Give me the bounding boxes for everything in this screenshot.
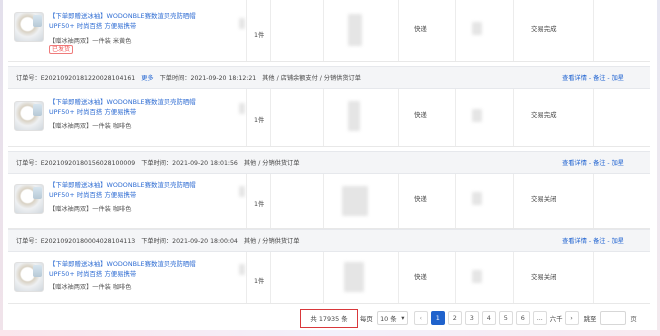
- more-link[interactable]: 更多: [141, 73, 153, 82]
- order-status: 交易完成: [531, 25, 557, 33]
- redacted-amount: [472, 109, 482, 122]
- product-thumbnail[interactable]: [14, 12, 44, 42]
- redacted-buyer: [348, 101, 360, 131]
- shipping-method: 快递: [414, 273, 427, 281]
- next-page-button[interactable]: ›: [564, 311, 579, 325]
- redacted-amount: [472, 270, 482, 283]
- jump-page-input[interactable]: [600, 311, 627, 325]
- per-page-label: 每页: [360, 314, 373, 323]
- redacted-price: [239, 186, 245, 197]
- order-status: 交易关闭: [531, 195, 557, 203]
- redacted-price: [239, 18, 245, 29]
- product-thumbnail[interactable]: [14, 101, 44, 131]
- order-header: 订单号：E20210920180156028100009 下单时间：2021-0…: [8, 151, 650, 174]
- product-spec: 【赠冰袖两双】一件装 咖啡色: [49, 206, 132, 213]
- chevron-down-icon: ▾: [401, 314, 405, 322]
- order-row: 【下单即赠送冰袖】WODONBLE赛数渲贝壳防晒帽 UPF50+ 时尚百搭 方便…: [8, 0, 650, 62]
- product-title-link[interactable]: 【下单即赠送冰袖】WODONBLE赛数渲贝壳防晒帽 UPF50+ 时尚百搭 方便…: [49, 97, 209, 117]
- order-number: 订单号：E20210920180156028100009: [16, 160, 136, 167]
- product-title-link[interactable]: 【下单即赠送冰袖】WODONBLE赛数渲贝壳防晒帽 UPF50+ 时尚百搭 方便…: [49, 259, 209, 279]
- order-number: 订单号：E20210920180004028104113: [16, 238, 136, 245]
- quantity: 1件: [254, 278, 265, 285]
- page-button-3[interactable]: 3: [464, 311, 479, 325]
- redacted-buyer: [342, 186, 368, 216]
- quantity: 1件: [254, 117, 265, 124]
- order-row: 【下单即赠送冰袖】WODONBLE赛数渲贝壳防晒帽 UPF50+ 时尚百搭 方便…: [8, 174, 650, 229]
- order-time: 下单时间：2021-09-20 18:12:21: [159, 75, 257, 82]
- redacted-buyer: [344, 262, 364, 292]
- order-time: 下单时间：2021-09-20 18:00:04: [141, 238, 238, 245]
- product-spec: 【赠冰袖两双】一件装 米黄色: [49, 38, 132, 45]
- frame-edge: [0, 0, 3, 336]
- order-time: 下单时间：2021-09-20 18:01:56: [141, 160, 238, 167]
- total-count: 共 17935 条: [300, 308, 358, 328]
- page-ellipsis[interactable]: ...: [532, 311, 547, 325]
- shipping-method: 快递: [414, 195, 427, 203]
- order-row: 【下单即赠送冰袖】WODONBLE赛数渲贝壳防晒帽 UPF50+ 时尚百搭 方便…: [8, 89, 650, 147]
- product-thumbnail[interactable]: [14, 184, 44, 214]
- product-thumbnail[interactable]: [14, 262, 44, 292]
- redacted-price: [239, 264, 245, 275]
- order-list-panel: 【下单即赠送冰袖】WODONBLE赛数渲贝壳防晒帽 UPF50+ 时尚百搭 方便…: [0, 0, 660, 336]
- order-row: 【下单即赠送冰袖】WODONBLE赛数渲贝壳防晒帽 UPF50+ 时尚百搭 方便…: [8, 252, 650, 304]
- order-actions[interactable]: 查看详情 - 备注 - 加星: [562, 73, 624, 82]
- page-button-5[interactable]: 5: [498, 311, 513, 325]
- page-size-value: 10 条: [380, 314, 397, 323]
- order-status: 交易完成: [531, 111, 557, 119]
- order-source: 其他 / 店铺余额支付 / 分销供货订单: [262, 75, 361, 82]
- shipping-method: 快递: [414, 25, 427, 33]
- page-button-4[interactable]: 4: [481, 311, 496, 325]
- quantity: 1件: [254, 32, 265, 39]
- product-title-link[interactable]: 【下单即赠送冰袖】WODONBLE赛数渲贝壳防晒帽 UPF50+ 时尚百搭 方便…: [49, 180, 209, 200]
- quantity: 1件: [254, 201, 265, 208]
- order-actions[interactable]: 查看详情 - 备注 - 加星: [562, 236, 624, 245]
- shipped-tag: 已发货: [49, 45, 74, 54]
- product-title-link[interactable]: 【下单即赠送冰袖】WODONBLE赛数渲贝壳防晒帽 UPF50+ 时尚百搭 方便…: [49, 11, 209, 31]
- last-page-fragment[interactable]: 六千: [550, 314, 563, 323]
- page-button-6[interactable]: 6: [515, 311, 530, 325]
- order-source: 其他 / 分销供货订单: [243, 238, 300, 245]
- page-button-2[interactable]: 2: [447, 311, 462, 325]
- prev-page-button[interactable]: ‹: [413, 311, 428, 325]
- product-spec: 【赠冰袖两双】一件装 咖啡色: [49, 123, 132, 130]
- order-source: 其他 / 分销供货订单: [243, 160, 300, 167]
- redacted-amount: [472, 192, 482, 205]
- page-size-select[interactable]: 10 条 ▾: [376, 311, 408, 325]
- product-spec: 【赠冰袖两双】一件装 咖啡色: [49, 284, 132, 291]
- order-header: 订单号：E20210920180004028104113 下单时间：2021-0…: [8, 229, 650, 252]
- order-number: 订单号：E20210920181220028104161: [16, 75, 136, 82]
- redacted-buyer: [348, 14, 362, 46]
- order-actions[interactable]: 查看详情 - 备注 - 加星: [562, 158, 624, 167]
- jump-suffix: 页: [630, 314, 637, 323]
- order-header: 订单号：E20210920181220028104161 更多 下单时间：202…: [8, 66, 650, 89]
- shipping-method: 快递: [414, 111, 427, 119]
- page-button-1[interactable]: 1: [430, 311, 445, 325]
- redacted-amount: [472, 22, 482, 35]
- redacted-price: [239, 103, 245, 114]
- order-status: 交易关闭: [531, 273, 557, 281]
- pagination: 共 17935 条 每页 10 条 ▾ ‹ 1 2 3 4 5 6 ... 六千…: [300, 307, 637, 329]
- frame-edge: [0, 330, 660, 336]
- jump-label: 跳至: [583, 314, 597, 323]
